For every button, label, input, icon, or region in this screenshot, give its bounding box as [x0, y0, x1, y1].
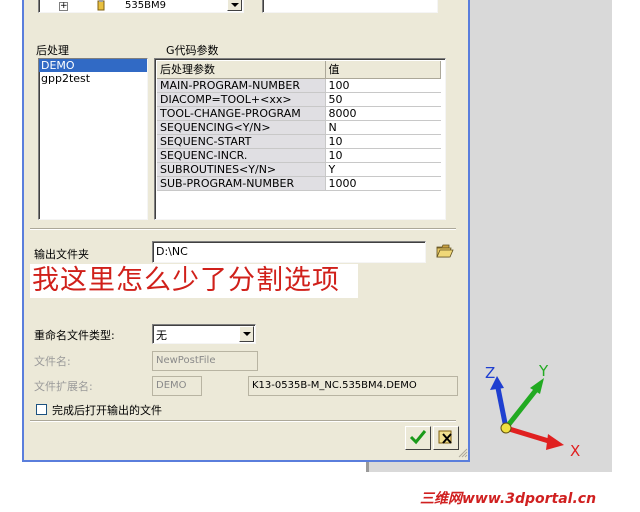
output-folder-label: 输出文件夹: [34, 248, 89, 261]
list-item[interactable]: DEMO: [39, 59, 147, 72]
x-axis-label: X: [570, 442, 581, 460]
filename-label: 文件名:: [34, 355, 71, 368]
z-axis-label: Z: [485, 364, 496, 382]
table-row[interactable]: SEQUENC-START 10: [157, 134, 441, 149]
separator: [30, 228, 456, 230]
tree-expander-icon[interactable]: +: [59, 2, 68, 11]
output-folder-value: D:\NC: [156, 245, 188, 258]
extension-placeholder: DEMO: [156, 380, 187, 391]
param-cell[interactable]: SEQUENCING<Y/N>: [157, 120, 326, 135]
postprocess-list[interactable]: DEMO gpp2test: [38, 58, 148, 220]
y-axis-arrow: [504, 378, 544, 430]
param-cell[interactable]: SUB-PROGRAM-NUMBER: [157, 176, 326, 191]
tree-node-label[interactable]: 535BM9: [125, 0, 166, 11]
param-cell[interactable]: MAIN-PROGRAM-NUMBER: [157, 78, 326, 93]
chevron-down-icon[interactable]: [227, 0, 242, 11]
value-cell[interactable]: 10: [325, 148, 441, 163]
postprocess-group-label: 后处理: [36, 44, 69, 57]
y-axis-label: Y: [539, 362, 549, 380]
rename-type-label: 重命名文件类型:: [34, 329, 115, 342]
param-cell[interactable]: SUBROUTINES<Y/N>: [157, 162, 326, 177]
annotation-text: 我这里怎么少了分割选项: [30, 264, 358, 298]
table-row[interactable]: TOOL-CHANGE-PROGRAM 8000: [157, 106, 441, 121]
extension-input[interactable]: DEMO: [152, 376, 202, 396]
gcode-table-frame[interactable]: 后处理参数 值 MAIN-PROGRAM-NUMBER 100 DIACOMP=TO…: [154, 58, 446, 220]
resize-grip-icon[interactable]: [458, 448, 468, 461]
list-item[interactable]: gpp2test: [39, 72, 147, 85]
chevron-down-icon[interactable]: [239, 326, 254, 342]
output-folder-input[interactable]: D:\NC: [152, 241, 426, 263]
cancel-button[interactable]: [433, 426, 459, 450]
table-row[interactable]: SUBROUTINES<Y/N> Y: [157, 162, 441, 177]
table-row[interactable]: MAIN-PROGRAM-NUMBER 100: [157, 78, 441, 93]
value-cell[interactable]: 1000: [325, 176, 441, 191]
folder-open-icon[interactable]: [436, 243, 454, 262]
param-cell[interactable]: SEQUENC-INCR.: [157, 148, 326, 163]
tree-node-icon: [95, 0, 107, 14]
gcode-group-label: G代码参数: [166, 44, 219, 57]
gcode-table[interactable]: 后处理参数 值 MAIN-PROGRAM-NUMBER 100 DIACOMP=TO…: [157, 61, 441, 191]
column-header-value[interactable]: 值: [325, 61, 441, 79]
value-cell[interactable]: 50: [325, 92, 441, 107]
post-process-dialog: + 535BM9 后处理 DEMO gpp2test G代码参数 后处理参数 值 …: [22, 0, 470, 462]
filename-input[interactable]: NewPostFile: [152, 351, 258, 371]
table-row[interactable]: SEQUENCING<Y/N> N: [157, 120, 441, 135]
open-after-label[interactable]: 完成后打开输出的文件: [52, 402, 162, 418]
cancel-icon: [437, 429, 455, 448]
value-cell[interactable]: 100: [325, 78, 441, 93]
extension-label: 文件扩展名:: [34, 380, 93, 393]
column-header-param[interactable]: 后处理参数: [157, 61, 326, 79]
top-tree-panel[interactable]: + 535BM9: [38, 0, 244, 13]
top-right-panel: [262, 0, 438, 13]
open-after-checkbox[interactable]: [36, 404, 47, 415]
table-row[interactable]: SEQUENC-INCR. 10: [157, 148, 441, 163]
rename-type-value: 无: [156, 329, 167, 342]
z-axis-arrow: [490, 376, 509, 429]
full-path-text: K13-0535B-M_NC.535BM4.DEMO: [252, 380, 417, 391]
value-cell[interactable]: Y: [325, 162, 441, 177]
ok-button[interactable]: [405, 426, 431, 450]
check-icon: [409, 429, 427, 448]
value-cell[interactable]: 10: [325, 134, 441, 149]
full-path-display: K13-0535B-M_NC.535BM4.DEMO: [248, 376, 458, 396]
rename-type-select[interactable]: 无: [152, 324, 256, 344]
table-row[interactable]: SUB-PROGRAM-NUMBER 1000: [157, 176, 441, 191]
table-row[interactable]: DIACOMP=TOOL+<xx> 50: [157, 92, 441, 107]
value-cell[interactable]: N: [325, 120, 441, 135]
separator: [30, 420, 456, 422]
param-cell[interactable]: SEQUENC-START: [157, 134, 326, 149]
param-cell[interactable]: DIACOMP=TOOL+<xx>: [157, 92, 326, 107]
param-cell[interactable]: TOOL-CHANGE-PROGRAM: [157, 106, 326, 121]
x-axis-arrow: [505, 425, 564, 450]
watermark: 三维网www.3dportal.cn: [420, 491, 597, 507]
axis-triad: Z Y X: [484, 362, 594, 462]
filename-placeholder: NewPostFile: [156, 355, 216, 366]
value-cell[interactable]: 8000: [325, 106, 441, 121]
